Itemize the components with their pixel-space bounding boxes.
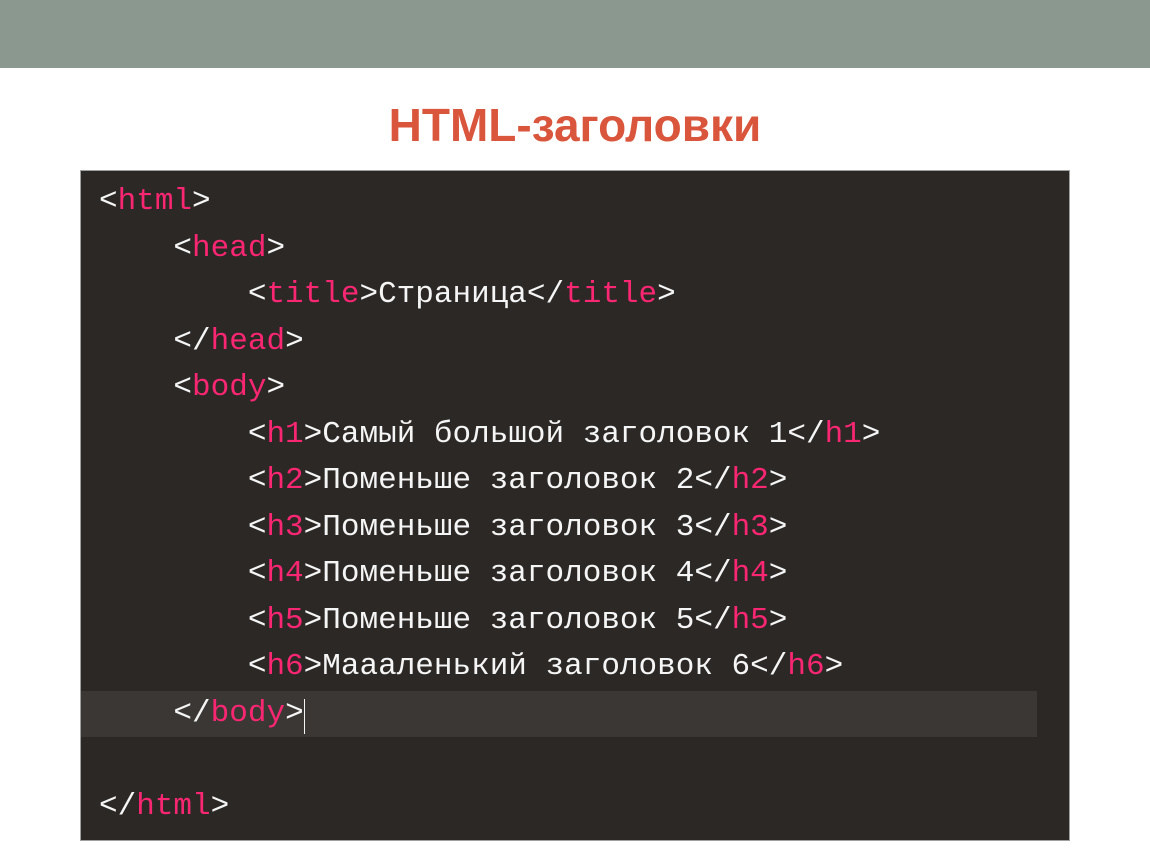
code-line: <head> xyxy=(99,231,285,266)
text-cursor xyxy=(304,699,305,733)
code-editor: <html> <head> <title>Страница</title> </… xyxy=(80,170,1070,841)
code-line: <html> xyxy=(99,184,211,219)
code-line: <h5>Поменьше заголовок 5</h5> xyxy=(99,603,787,638)
code-line: <h1>Самый большой заголовок 1</h1> xyxy=(99,417,880,452)
code-line: <h6>Маааленький заголовок 6</h6> xyxy=(99,649,843,684)
code-line: <h3>Поменьше заголовок 3</h3> xyxy=(99,510,787,545)
code-line: </html> xyxy=(99,789,229,824)
code-line: <title>Страница</title> xyxy=(99,277,676,312)
slide-top-bar xyxy=(0,0,1150,68)
code-line: <h2>Поменьше заголовок 2</h2> xyxy=(99,463,787,498)
code-line: <h4>Поменьше заголовок 4</h4> xyxy=(99,556,787,591)
code-content: <html> <head> <title>Страница</title> </… xyxy=(81,179,1069,830)
code-line: </head> xyxy=(99,324,304,359)
slide-title: HTML-заголовки xyxy=(0,98,1150,152)
code-line: <body> xyxy=(99,370,285,405)
code-line-highlighted: </body> xyxy=(81,691,1037,738)
